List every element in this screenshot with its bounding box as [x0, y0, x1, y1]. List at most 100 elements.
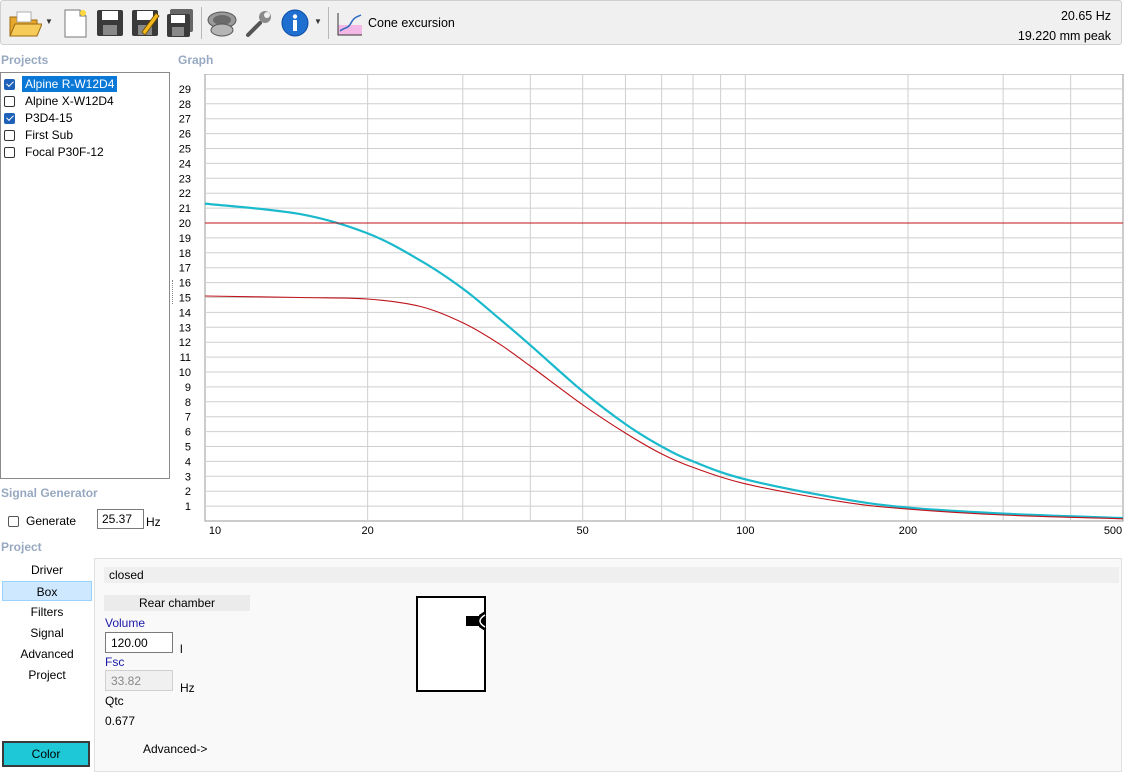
fsc-input: [105, 670, 173, 691]
settings-button[interactable]: [242, 6, 276, 40]
project-name[interactable]: First Sub: [22, 127, 76, 143]
splitter-handle[interactable]: [172, 280, 176, 304]
generate-toggle[interactable]: Generate: [8, 514, 76, 528]
signal-generator-label: Signal Generator: [1, 486, 98, 500]
generator-frequency-input[interactable]: [97, 509, 144, 529]
save-all-button[interactable]: [164, 6, 196, 40]
box-diagram: [416, 596, 486, 692]
toolbar: ▼ ▼ Cone excursion 20.65 Hz 19.220 mm pe…: [0, 0, 1122, 45]
speaker-button[interactable]: [205, 6, 239, 40]
x-tick-label: 50: [577, 525, 589, 537]
open-folder-button[interactable]: [7, 6, 43, 40]
project-checkbox[interactable]: [4, 146, 15, 158]
y-tick-label: 18: [179, 248, 191, 260]
view-label: Cone excursion: [368, 16, 455, 30]
rear-chamber-header: Rear chamber: [104, 595, 250, 611]
cone-excursion-view-button[interactable]: [335, 6, 365, 40]
info-icon: [281, 9, 309, 37]
y-tick-label: 23: [179, 173, 191, 185]
save-button[interactable]: [94, 6, 126, 40]
save-as-icon: [132, 10, 160, 36]
box-panel: closed Rear chamber Volume l Fsc Hz Qtc …: [94, 558, 1122, 772]
qtc-value: 0.677: [105, 714, 136, 728]
nav-advanced[interactable]: Advanced: [2, 644, 92, 664]
y-tick-label: 7: [185, 412, 191, 424]
y-tick-label: 29: [179, 84, 191, 96]
x-tick-label: 200: [899, 525, 917, 537]
y-tick-label: 3: [185, 471, 191, 483]
chevron-down-icon[interactable]: ▼: [314, 17, 322, 26]
y-tick-label: 19: [179, 233, 191, 245]
project-checkbox[interactable]: [4, 129, 15, 141]
chevron-down-icon[interactable]: ▼: [45, 17, 53, 26]
save-as-button[interactable]: [129, 6, 161, 40]
toolbar-separator: [328, 7, 329, 39]
excursion-graph[interactable]: 2928272625242322212019181716151413121110…: [177, 74, 1125, 539]
fsc-unit: Hz: [180, 681, 195, 695]
y-tick-label: 21: [179, 203, 191, 215]
project-name[interactable]: P3D4-15: [22, 110, 75, 126]
save-all-icon: [167, 9, 193, 37]
new-document-icon: [64, 9, 87, 38]
project-section-label: Project: [1, 540, 42, 554]
y-tick-label: 6: [185, 427, 191, 439]
y-tick-label: 27: [179, 114, 191, 126]
y-tick-label: 2: [185, 486, 191, 498]
nav-driver[interactable]: Driver: [2, 560, 92, 580]
y-tick-label: 20: [179, 218, 191, 230]
toolbar-separator: [201, 7, 202, 39]
projects-list[interactable]: Alpine R-W12D4 Alpine X-W12D4 P3D4-15 Fi…: [0, 72, 170, 479]
generator-unit: Hz: [146, 515, 161, 529]
x-tick-label: 10: [209, 525, 221, 537]
y-tick-label: 10: [179, 367, 191, 379]
y-tick-label: 8: [185, 397, 191, 409]
volume-input[interactable]: [105, 632, 173, 653]
open-folder-icon: [9, 11, 42, 37]
y-tick-label: 14: [179, 307, 191, 319]
project-item[interactable]: Focal P30F-12: [4, 144, 107, 160]
volume-label: Volume: [105, 616, 146, 630]
box-type-select[interactable]: closed: [104, 567, 1119, 583]
y-tick-label: 17: [179, 263, 191, 275]
volume-unit: l: [180, 642, 183, 656]
nav-filters[interactable]: Filters: [2, 602, 92, 622]
info-button[interactable]: [279, 6, 311, 40]
project-checkbox[interactable]: [4, 78, 15, 90]
project-item[interactable]: Alpine R-W12D4: [4, 76, 118, 92]
y-axis-ticks: 2928272625242322212019181716151413121110…: [179, 84, 191, 513]
x-tick-label: 20: [362, 525, 374, 537]
generate-checkbox[interactable]: [8, 515, 19, 527]
generate-label: Generate: [26, 514, 77, 528]
y-tick-label: 22: [179, 188, 191, 200]
nav-project[interactable]: Project: [2, 665, 92, 685]
peak-readout: 19.220 mm peak: [1017, 29, 1111, 43]
project-checkbox[interactable]: [4, 95, 15, 107]
y-tick-label: 12: [179, 337, 191, 349]
save-icon: [97, 10, 123, 36]
x-tick-label: 100: [736, 525, 754, 537]
speaker-icon: [207, 11, 237, 37]
new-document-button[interactable]: [59, 6, 91, 40]
project-name[interactable]: Focal P30F-12: [22, 144, 107, 160]
project-item[interactable]: First Sub: [4, 127, 76, 143]
y-tick-label: 24: [179, 158, 191, 170]
y-tick-label: 4: [185, 456, 191, 468]
project-name[interactable]: Alpine R-W12D4: [22, 76, 118, 92]
enclosure-outline: [416, 596, 486, 692]
y-tick-label: 1: [185, 501, 191, 513]
x-tick-label: 500: [1104, 525, 1122, 537]
project-name[interactable]: Alpine X-W12D4: [22, 93, 117, 109]
project-checkbox[interactable]: [4, 112, 15, 124]
nav-box[interactable]: Box: [2, 581, 92, 601]
frequency-readout: 20.65 Hz: [1060, 9, 1111, 23]
project-nav: Driver Box Filters Signal Advanced Proje…: [2, 560, 92, 686]
advanced-link[interactable]: Advanced->: [143, 742, 207, 756]
project-item[interactable]: Alpine X-W12D4: [4, 93, 117, 109]
color-button[interactable]: Color: [2, 741, 90, 767]
y-tick-label: 13: [179, 322, 191, 334]
nav-signal[interactable]: Signal: [2, 623, 92, 643]
projects-label: Projects: [1, 53, 49, 67]
project-item[interactable]: P3D4-15: [4, 110, 75, 126]
y-tick-label: 25: [179, 144, 191, 156]
y-tick-label: 15: [179, 293, 191, 305]
